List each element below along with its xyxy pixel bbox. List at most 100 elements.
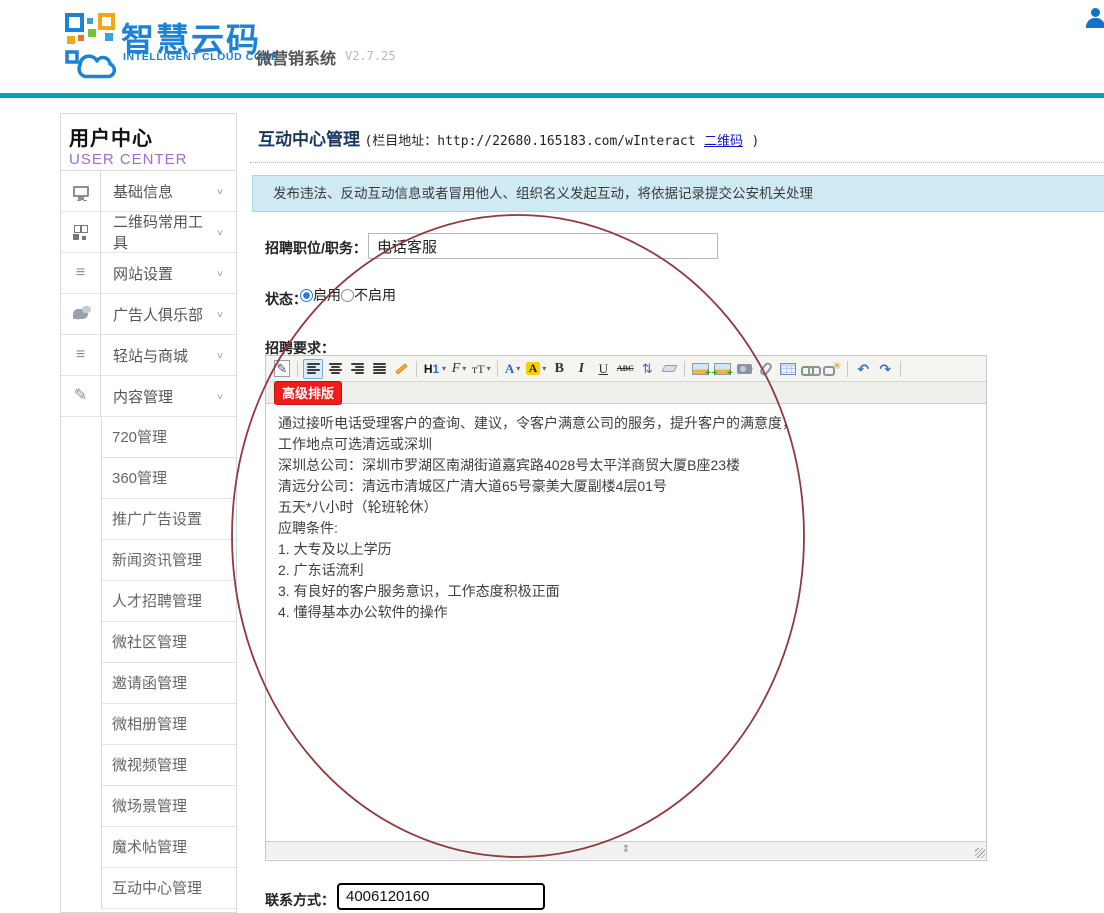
- user-account-icon[interactable]: [1086, 8, 1104, 30]
- chevron-down-icon: ∨: [216, 268, 224, 278]
- sidebar-title: 用户中心: [69, 122, 236, 151]
- sidebar-subitem-promo-ad-settings[interactable]: 推广广告设置: [61, 499, 236, 540]
- toolbar-separator: [297, 361, 298, 377]
- line-spacing-icon[interactable]: ⇅: [637, 359, 657, 379]
- editor-text-line: 清远分公司：清远市清城区广清大道65号豪美大厦副楼4层01号: [278, 476, 974, 497]
- align-right-icon[interactable]: [347, 359, 367, 379]
- sidebar-item-label: 网站设置: [101, 263, 216, 284]
- remove-format-icon[interactable]: [659, 359, 679, 379]
- heading-icon[interactable]: H1: [422, 359, 447, 379]
- qrcode-link[interactable]: 二维码: [704, 134, 743, 149]
- page-title: 互动中心管理: [258, 130, 360, 149]
- sidebar-subitem-invitation-mgmt[interactable]: 邀请函管理: [61, 663, 236, 704]
- toolbar-separator: [684, 361, 685, 377]
- chevron-down-icon: ∨: [216, 186, 224, 196]
- editor-content-area[interactable]: 通过接听电话受理客户的查询、建议，令客户满意公司的服务，提升客户的满意度，工作地…: [266, 404, 986, 841]
- sidebar-subitem-recruit-mgmt[interactable]: 人才招聘管理: [61, 581, 236, 622]
- align-left-icon[interactable]: [303, 359, 323, 379]
- source-edit-icon[interactable]: ✎: [272, 359, 292, 379]
- font-size-icon[interactable]: тT: [471, 359, 492, 379]
- sidebar-subtitle: USER CENTER: [69, 151, 236, 168]
- editor-text-line: 五天*八小时（轮班轮休）: [278, 497, 974, 518]
- column-url-note: (栏目地址：http://22680.165183.com/wInteract: [364, 134, 695, 149]
- comments-icon: [73, 309, 88, 319]
- toolbar-separator: [416, 361, 417, 377]
- insert-video-icon[interactable]: [734, 359, 754, 379]
- sidebar-item-label: 二维码常用工具: [101, 211, 216, 253]
- list-icon: ≡: [76, 265, 85, 281]
- status-enabled-radio[interactable]: [300, 289, 313, 302]
- highlight-color-icon[interactable]: A: [525, 359, 548, 379]
- align-center-icon[interactable]: [325, 359, 345, 379]
- page-title-row: 互动中心管理 (栏目地址：http://22680.165183.com/wIn…: [258, 125, 759, 150]
- sidebar-item-label: 轻站与商城: [101, 345, 216, 366]
- editor-text-line: 1. 大专及以上学历: [278, 539, 974, 560]
- edit-icon: ✎: [74, 388, 87, 404]
- monitor-icon: [73, 186, 89, 197]
- underline-icon[interactable]: U: [593, 359, 613, 379]
- sidebar-subitem-360-mgmt[interactable]: 360管理: [61, 458, 236, 499]
- toolbar-separator: [497, 361, 498, 377]
- align-justify-icon[interactable]: [369, 359, 389, 379]
- sidebar-item-site-settings[interactable]: ≡ 网站设置∨: [61, 253, 236, 294]
- advanced-layout-button[interactable]: 高级排版: [274, 381, 342, 405]
- font-family-icon[interactable]: F: [449, 359, 469, 379]
- sidebar-item-lite-site-mall[interactable]: ≡轻站与商城∨: [61, 335, 236, 376]
- sidebar-header: 用户中心 USER CENTER: [61, 114, 236, 171]
- app-header: 智慧云码 INTELLIGENT CLOUD CODE 微营销系统 V2.7.2…: [0, 0, 1104, 93]
- status-radio-group: 启用 不启用: [300, 287, 396, 303]
- strikethrough-icon[interactable]: ABC: [615, 359, 635, 379]
- job-title-label: 招聘职位/职务：: [265, 238, 367, 258]
- sidebar-item-ad-club[interactable]: 广告人俱乐部∨: [61, 294, 236, 335]
- sidebar-subitem-scene-mgmt[interactable]: 微场景管理: [61, 786, 236, 827]
- editor-resize-handle[interactable]: ⇕: [622, 843, 630, 857]
- editor-text-line: 4. 懂得基本办公软件的操作: [278, 602, 974, 623]
- sidebar-item-content-mgmt[interactable]: ✎内容管理∨: [61, 376, 236, 417]
- font-color-icon[interactable]: A: [503, 359, 523, 379]
- sidebar-subitems: 720管理360管理推广广告设置新闻资讯管理人才招聘管理微社区管理邀请函管理微相…: [61, 417, 236, 909]
- header-divider-bar: [0, 93, 1104, 98]
- sidebar-subitem-720-mgmt[interactable]: 720管理: [61, 417, 236, 458]
- toolbar-separator: [900, 361, 901, 377]
- sidebar-item-qrcode-tools[interactable]: 二维码常用工具∨: [61, 212, 236, 253]
- status-disabled-radio[interactable]: [341, 289, 354, 302]
- sidebar-subitem-community-mgmt[interactable]: 微社区管理: [61, 622, 236, 663]
- attachment-icon[interactable]: [756, 359, 776, 379]
- sidebar-subitem-video-mgmt[interactable]: 微视频管理: [61, 745, 236, 786]
- editor-corner-grip[interactable]: [975, 848, 985, 858]
- format-brush-icon[interactable]: [391, 359, 411, 379]
- editor-text-line: 3. 有良好的客户服务意识，工作态度积极正面: [278, 581, 974, 602]
- editor-text-line: 工作地点可选清远或深圳: [278, 434, 974, 455]
- editor-toolbar: ✎H1FтTAABIUABC⇅↶↷: [266, 356, 986, 382]
- status-enabled-label: 启用: [313, 285, 341, 305]
- version-label: V2.7.25: [345, 49, 396, 63]
- editor-toolbar-row2: 高级排版: [266, 382, 986, 404]
- link-icon[interactable]: [800, 359, 820, 379]
- warning-notice: 发布违法、反动互动信息或者冒用他人、组织名义发起互动，将依据记录提交公安机关处理: [252, 175, 1104, 212]
- insert-table-icon[interactable]: [778, 359, 798, 379]
- list-icon: ≡: [76, 347, 85, 363]
- contact-label: 联系方式：: [265, 890, 335, 910]
- sidebar-subitem-magic-post-mgmt[interactable]: 魔术帖管理: [61, 827, 236, 868]
- editor-text-line: 2. 广东话流利: [278, 560, 974, 581]
- insert-images-icon[interactable]: [712, 359, 732, 379]
- sidebar-subitem-interact-center-mgmt[interactable]: 互动中心管理: [61, 868, 236, 909]
- sidebar-item-label: 广告人俱乐部: [101, 304, 216, 325]
- sidebar-item-label: 基础信息: [101, 181, 216, 202]
- sidebar-item-basic-info[interactable]: 基础信息∨: [61, 171, 236, 212]
- editor-status-bar: ⇕: [266, 841, 986, 859]
- redo-icon[interactable]: ↷: [875, 359, 895, 379]
- insert-image-icon[interactable]: [690, 359, 710, 379]
- sidebar-items: 基础信息∨二维码常用工具∨≡ 网站设置∨广告人俱乐部∨ ≡ 轻站与商城 ∨ ✎ 内容管理 ∨: [61, 171, 236, 417]
- undo-icon[interactable]: ↶: [853, 359, 873, 379]
- sidebar-subitem-album-mgmt[interactable]: 微相册管理: [61, 704, 236, 745]
- dotted-divider: [250, 162, 1104, 163]
- italic-icon[interactable]: I: [571, 359, 591, 379]
- toolbar-separator: [847, 361, 848, 377]
- job-title-input[interactable]: [368, 233, 718, 259]
- bold-icon[interactable]: B: [549, 359, 569, 379]
- sidebar-subitem-news-mgmt[interactable]: 新闻资讯管理: [61, 540, 236, 581]
- contact-input[interactable]: [337, 883, 545, 910]
- sidebar-item-label: 内容管理: [101, 386, 216, 407]
- unlink-icon[interactable]: [822, 359, 842, 379]
